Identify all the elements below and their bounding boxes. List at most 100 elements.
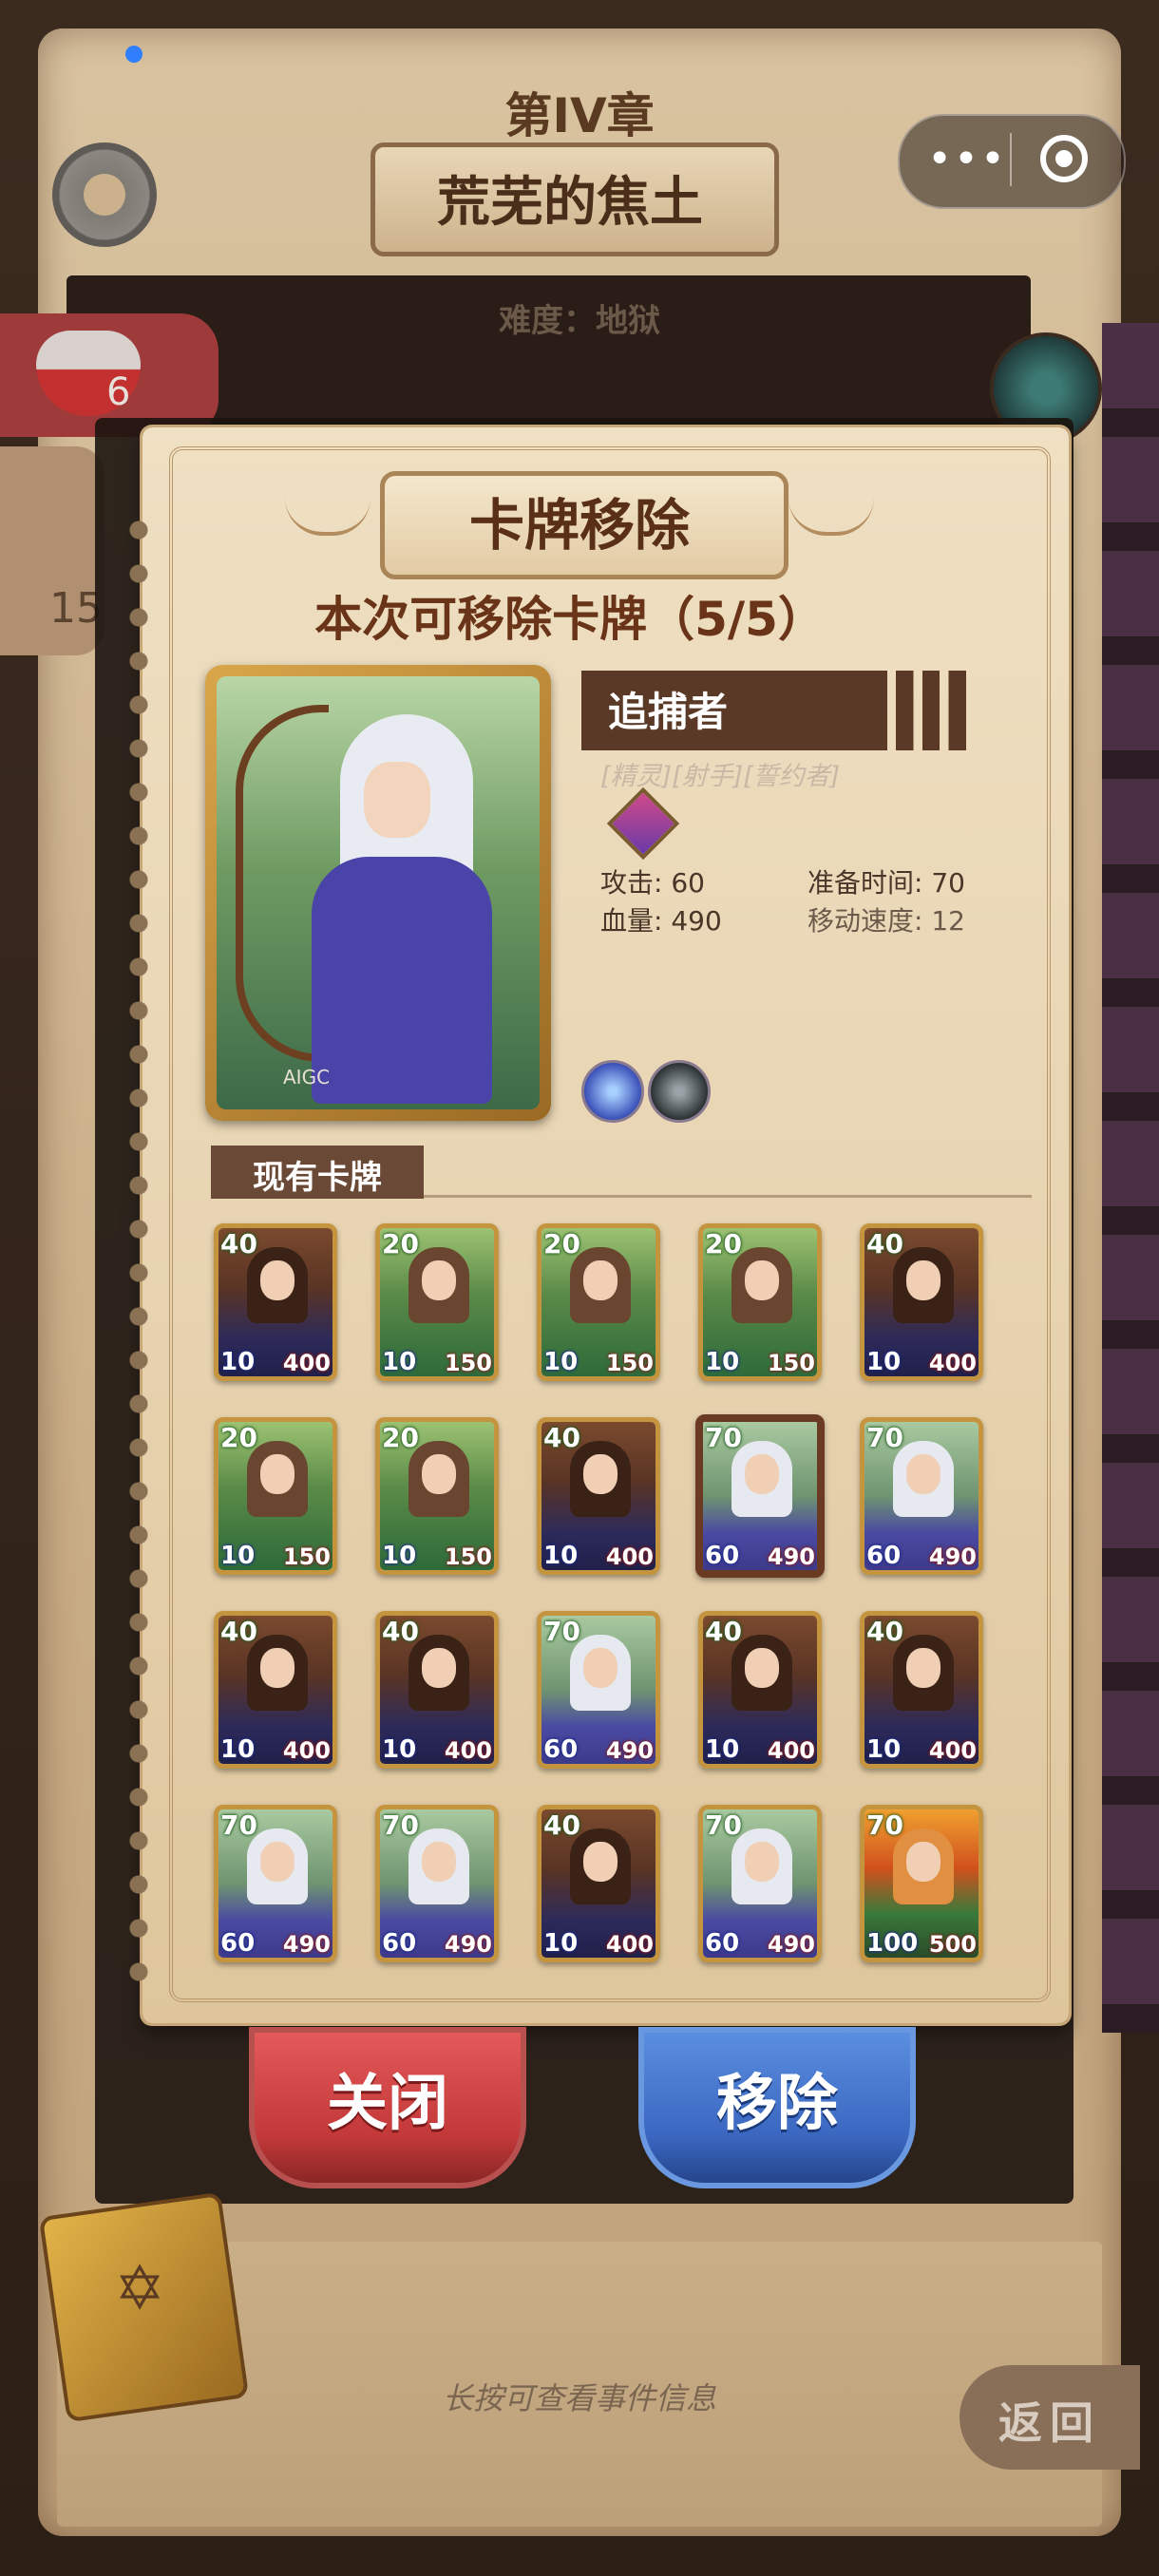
card-hp: 490 bbox=[444, 1931, 492, 1958]
card-slot[interactable]: 20 10 150 bbox=[698, 1223, 822, 1381]
card-attack: 60 bbox=[220, 1929, 256, 1958]
card-cost: 40 bbox=[543, 1422, 580, 1453]
card-face bbox=[260, 1260, 294, 1300]
card-face bbox=[260, 1454, 294, 1494]
capsule-divider bbox=[1010, 133, 1012, 186]
card-cost: 40 bbox=[705, 1616, 742, 1647]
card-face bbox=[906, 1454, 940, 1494]
card-cost: 70 bbox=[220, 1809, 257, 1841]
card-hp: 400 bbox=[282, 1350, 331, 1376]
card-slot[interactable]: 20 10 150 bbox=[375, 1223, 499, 1381]
card-attack: 10 bbox=[220, 1735, 256, 1764]
card-hp: 150 bbox=[767, 1350, 815, 1376]
card-slot[interactable]: 20 10 150 bbox=[375, 1417, 499, 1575]
card-face bbox=[583, 1648, 618, 1688]
side-decoration bbox=[1102, 323, 1159, 2033]
card-hp: 400 bbox=[767, 1737, 815, 1764]
card-hp: 150 bbox=[282, 1544, 331, 1570]
card-face bbox=[906, 1648, 940, 1688]
card-hp: 500 bbox=[928, 1931, 977, 1958]
card-hp: 400 bbox=[605, 1544, 654, 1570]
remove-button[interactable]: 移除 bbox=[638, 2027, 916, 2188]
more-icon[interactable]: ••• bbox=[926, 131, 1008, 188]
card-slot[interactable]: 40 10 400 bbox=[214, 1611, 337, 1769]
card-hp: 490 bbox=[767, 1544, 815, 1570]
skill-blade-icon[interactable] bbox=[648, 1060, 711, 1123]
card-hp: 490 bbox=[605, 1737, 654, 1764]
card-name: 追捕者 bbox=[608, 689, 729, 735]
card-hp: 150 bbox=[444, 1350, 492, 1376]
card-attack: 60 bbox=[382, 1929, 417, 1958]
hp-value: 6 bbox=[106, 370, 131, 414]
card-face bbox=[583, 1454, 618, 1494]
card-slot[interactable]: 40 10 400 bbox=[860, 1611, 983, 1769]
card-hp: 150 bbox=[605, 1350, 654, 1376]
card-attack: 10 bbox=[543, 1348, 579, 1376]
card-slot[interactable]: 20 10 150 bbox=[537, 1223, 660, 1381]
card-attack: 10 bbox=[705, 1735, 740, 1764]
stat-move-speed: 移动速度: 12 bbox=[808, 905, 965, 937]
card-attack: 10 bbox=[866, 1735, 902, 1764]
card-attack: 10 bbox=[220, 1348, 256, 1376]
card-hp: 150 bbox=[444, 1544, 492, 1570]
card-face bbox=[422, 1260, 456, 1300]
existing-cards-label: 现有卡牌 bbox=[253, 1159, 382, 1197]
card-cost: 70 bbox=[543, 1616, 580, 1647]
robe bbox=[312, 857, 492, 1104]
close-button[interactable]: 关闭 bbox=[249, 2027, 526, 2188]
stage-name: 荒芜的焦土 bbox=[437, 172, 703, 234]
card-slot[interactable]: 70 60 490 bbox=[375, 1805, 499, 1962]
card-attack: 10 bbox=[382, 1348, 417, 1376]
card-cost: 20 bbox=[543, 1228, 580, 1260]
divider bbox=[424, 1195, 1032, 1198]
selected-card-art: AIGC bbox=[205, 665, 551, 1121]
stat-prep-time: 准备时间: 70 bbox=[808, 867, 965, 899]
card-slot[interactable]: 40 10 400 bbox=[375, 1611, 499, 1769]
face bbox=[364, 762, 430, 838]
card-cost: 40 bbox=[866, 1616, 903, 1647]
difficulty-label: 难度：地狱 bbox=[499, 302, 660, 340]
card-attack: 10 bbox=[543, 1542, 579, 1570]
card-attack: 60 bbox=[705, 1542, 740, 1570]
archer-illustration: AIGC bbox=[217, 676, 540, 1109]
card-face bbox=[583, 1260, 618, 1300]
card-hp: 400 bbox=[444, 1737, 492, 1764]
card-cost: 70 bbox=[705, 1809, 742, 1841]
card-slot[interactable]: 70 60 490 bbox=[695, 1414, 825, 1578]
card-attack: 10 bbox=[382, 1542, 417, 1570]
card-slot[interactable]: 40 10 400 bbox=[537, 1805, 660, 1962]
notebook-holes bbox=[122, 513, 156, 1995]
card-slot[interactable]: 20 10 150 bbox=[214, 1417, 337, 1575]
card-slot[interactable]: 70 60 490 bbox=[698, 1805, 822, 1962]
hexagram-icon: ✡ bbox=[114, 2254, 165, 2324]
target-dot bbox=[1055, 150, 1073, 167]
card-face bbox=[422, 1842, 456, 1882]
dialog-title: 卡牌移除 bbox=[468, 493, 690, 558]
card-slot[interactable]: 70 100 500 bbox=[860, 1805, 983, 1962]
card-face bbox=[906, 1260, 940, 1300]
card-attack: 10 bbox=[543, 1929, 579, 1958]
card-attack: 10 bbox=[220, 1542, 256, 1570]
card-attack: 60 bbox=[543, 1735, 579, 1764]
aigc-watermark: AIGC bbox=[283, 1066, 331, 1089]
card-face bbox=[583, 1842, 618, 1882]
card-attack: 10 bbox=[705, 1348, 740, 1376]
card-slot[interactable]: 40 10 400 bbox=[698, 1611, 822, 1769]
card-cost: 70 bbox=[866, 1809, 903, 1841]
card-slot[interactable]: 70 60 490 bbox=[860, 1417, 983, 1575]
card-slot[interactable]: 70 60 490 bbox=[537, 1611, 660, 1769]
card-slot[interactable]: 70 60 490 bbox=[214, 1805, 337, 1962]
card-cost: 40 bbox=[220, 1228, 257, 1260]
card-slot[interactable]: 40 10 400 bbox=[214, 1223, 337, 1381]
card-cost: 40 bbox=[543, 1809, 580, 1841]
card-attack: 10 bbox=[382, 1735, 417, 1764]
skill-arrow-icon[interactable] bbox=[581, 1060, 644, 1123]
card-attack: 10 bbox=[866, 1348, 902, 1376]
card-hp: 490 bbox=[928, 1544, 977, 1570]
card-cost: 20 bbox=[220, 1422, 257, 1453]
card-face bbox=[422, 1454, 456, 1494]
card-slot[interactable]: 40 10 400 bbox=[537, 1417, 660, 1575]
indicator-dot bbox=[125, 46, 142, 63]
card-slot[interactable]: 40 10 400 bbox=[860, 1223, 983, 1381]
card-hp: 400 bbox=[282, 1737, 331, 1764]
